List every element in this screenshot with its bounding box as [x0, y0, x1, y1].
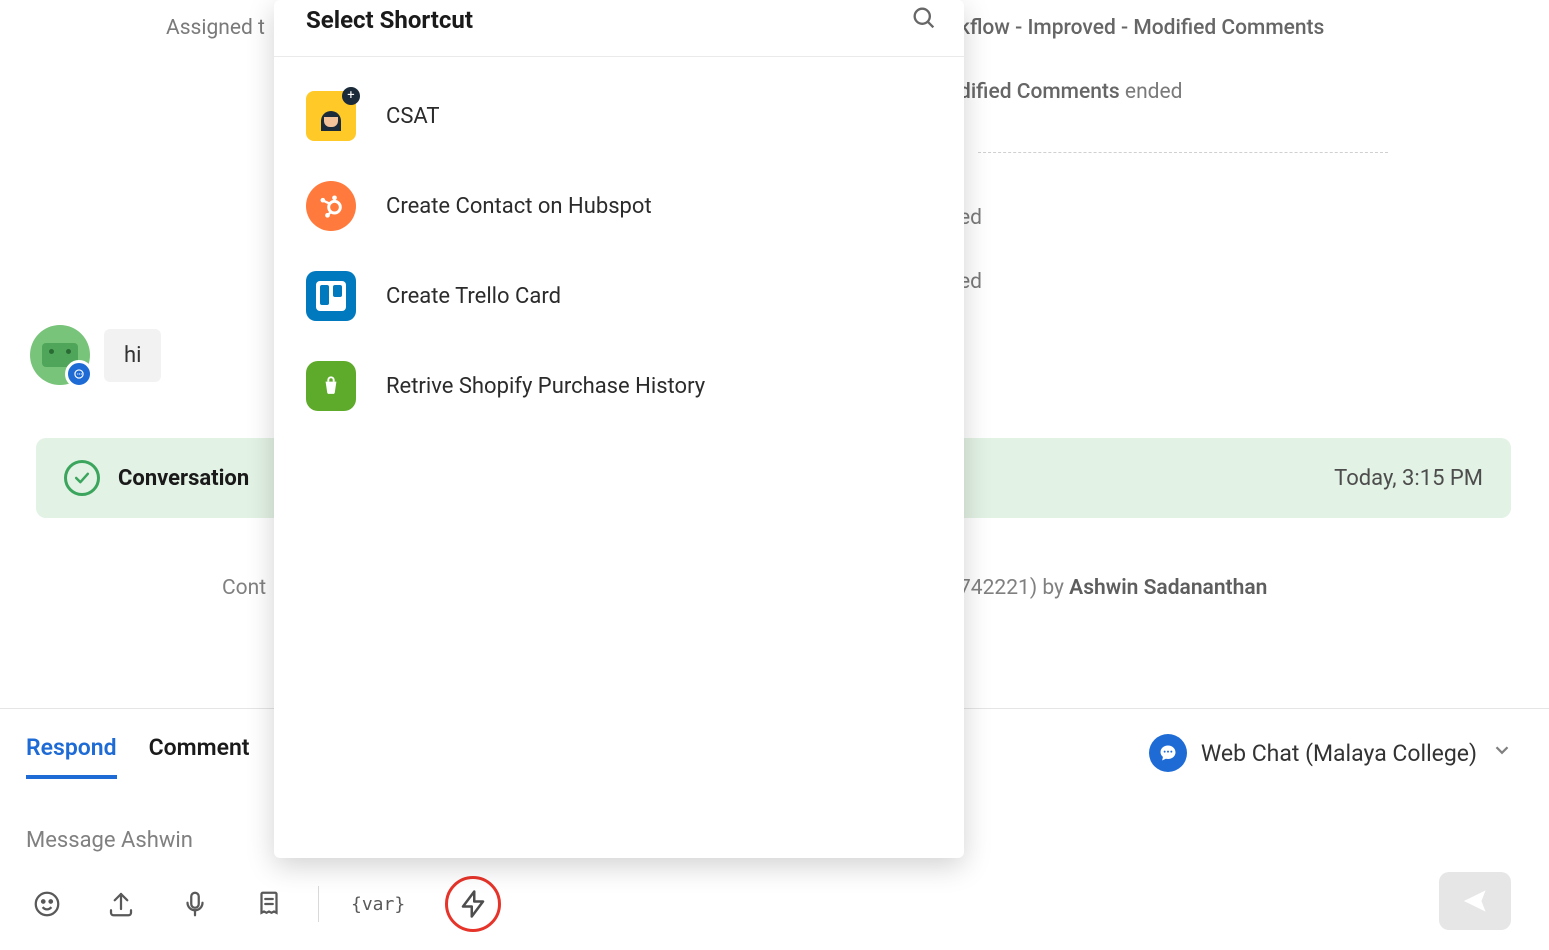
chevron-down-icon: [1491, 739, 1513, 767]
message-bubble[interactable]: hi: [104, 329, 161, 382]
bg-system-line-1: Assigned t: [166, 16, 265, 40]
snippet-button[interactable]: [252, 887, 286, 921]
shortcut-item-hubspot[interactable]: Create Contact on Hubspot: [284, 161, 954, 251]
tab-respond[interactable]: Respond: [26, 734, 117, 779]
trello-icon: [306, 271, 356, 321]
shortcut-trigger-button[interactable]: [445, 876, 501, 932]
divider: [978, 152, 1388, 153]
shortcut-list: + CSAT Create Contact on Hubspot Create …: [274, 57, 964, 445]
shortcut-popover: Select Shortcut + CSAT Create Contact on…: [274, 0, 964, 858]
channel-selector[interactable]: Web Chat (Malaya College): [1149, 734, 1513, 772]
popover-title: Select Shortcut: [306, 6, 473, 34]
hubspot-icon: [306, 181, 356, 231]
shortcut-item-csat[interactable]: + CSAT: [284, 71, 954, 161]
emoji-button[interactable]: [30, 887, 64, 921]
variable-button[interactable]: {var}: [351, 887, 405, 921]
message-row: hi: [30, 325, 161, 385]
shortcut-label: Create Contact on Hubspot: [386, 194, 652, 219]
shortcut-label: Create Trello Card: [386, 284, 561, 309]
send-button[interactable]: [1439, 872, 1511, 930]
channel-label: Web Chat (Malaya College): [1201, 740, 1477, 767]
toolbar-separator: [318, 886, 319, 922]
shortcut-item-shopify[interactable]: Retrive Shopify Purchase History: [284, 341, 954, 431]
checkmark-circle-icon: [64, 460, 100, 496]
message-text: hi: [124, 343, 141, 368]
shortcut-item-trello[interactable]: Create Trello Card: [284, 251, 954, 341]
shortcut-label: CSAT: [386, 104, 439, 129]
popover-search-button[interactable]: [910, 4, 938, 36]
shortcut-label: Retrive Shopify Purchase History: [386, 374, 705, 399]
composer-tabs: Respond Comment: [26, 734, 250, 779]
voice-button[interactable]: [178, 887, 212, 921]
upload-button[interactable]: [104, 887, 138, 921]
webchat-badge-icon: [65, 360, 93, 388]
composer-toolbar: {var}: [30, 876, 501, 932]
bg-system-line-2: dified Comments ended: [959, 80, 1182, 104]
tab-comment[interactable]: Comment: [149, 734, 250, 779]
closed-label: Conversation: [118, 466, 249, 491]
csat-icon: +: [306, 91, 356, 141]
bg-system-line-1b: kflow - Improved - Modified Comments: [959, 16, 1324, 40]
webchat-icon: [1149, 734, 1187, 772]
shopify-icon: [306, 361, 356, 411]
contact-avatar[interactable]: [30, 325, 90, 385]
closed-time: Today, 3:15 PM: [1334, 466, 1483, 491]
